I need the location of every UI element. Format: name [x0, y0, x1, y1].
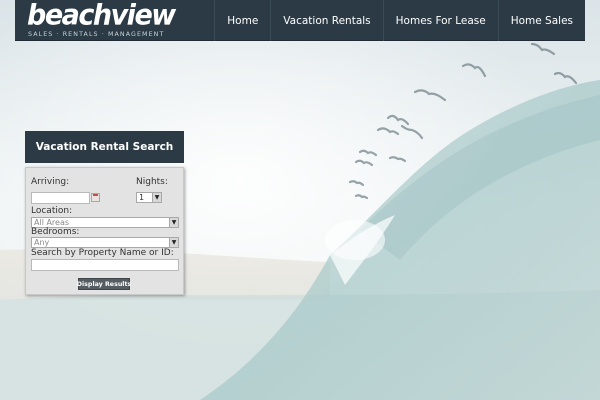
- property-search-input[interactable]: [31, 259, 179, 271]
- nights-label: Nights:: [136, 177, 168, 187]
- nav-item-vacation-rentals[interactable]: Vacation Rentals: [270, 0, 382, 41]
- search-widget-title: Vacation Rental Search: [25, 131, 184, 163]
- location-value: All Areas: [34, 218, 70, 227]
- logo-text: beachview: [27, 0, 176, 32]
- nav-item-homes-for-lease[interactable]: Homes For Lease: [382, 0, 498, 41]
- calendar-icon[interactable]: [91, 193, 100, 202]
- nights-value: 1: [139, 193, 145, 202]
- chevron-down-icon: ▼: [169, 238, 178, 247]
- chevron-down-icon: ▼: [152, 193, 161, 202]
- location-label: Location:: [31, 206, 73, 216]
- nav-item-home-sales[interactable]: Home Sales: [497, 0, 585, 41]
- display-results-button[interactable]: Display Results: [77, 278, 131, 290]
- beachview-logo[interactable]: beachview SALES · RENTALS · MANAGEMENT: [27, 0, 177, 40]
- bedrooms-label: Bedrooms:: [31, 227, 80, 237]
- logo-tagline: SALES · RENTALS · MANAGEMENT: [28, 31, 165, 38]
- vacation-rental-search-form: Arriving: Nights: 1 ▼ Location: All Area…: [25, 167, 184, 295]
- bedrooms-select[interactable]: Any ▼: [31, 237, 179, 248]
- main-nav: Home Vacation Rentals Homes For Lease Ho…: [214, 0, 585, 41]
- arriving-date-input[interactable]: [31, 192, 90, 204]
- top-navigation-bar: beachview SALES · RENTALS · MANAGEMENT H…: [15, 0, 585, 41]
- property-search-label: Search by Property Name or ID:: [31, 248, 174, 258]
- chevron-down-icon: ▼: [169, 218, 178, 227]
- arriving-label: Arriving:: [31, 177, 70, 187]
- nav-item-home[interactable]: Home: [214, 0, 270, 41]
- bedrooms-value: Any: [34, 238, 50, 247]
- nights-select[interactable]: 1 ▼: [136, 192, 162, 203]
